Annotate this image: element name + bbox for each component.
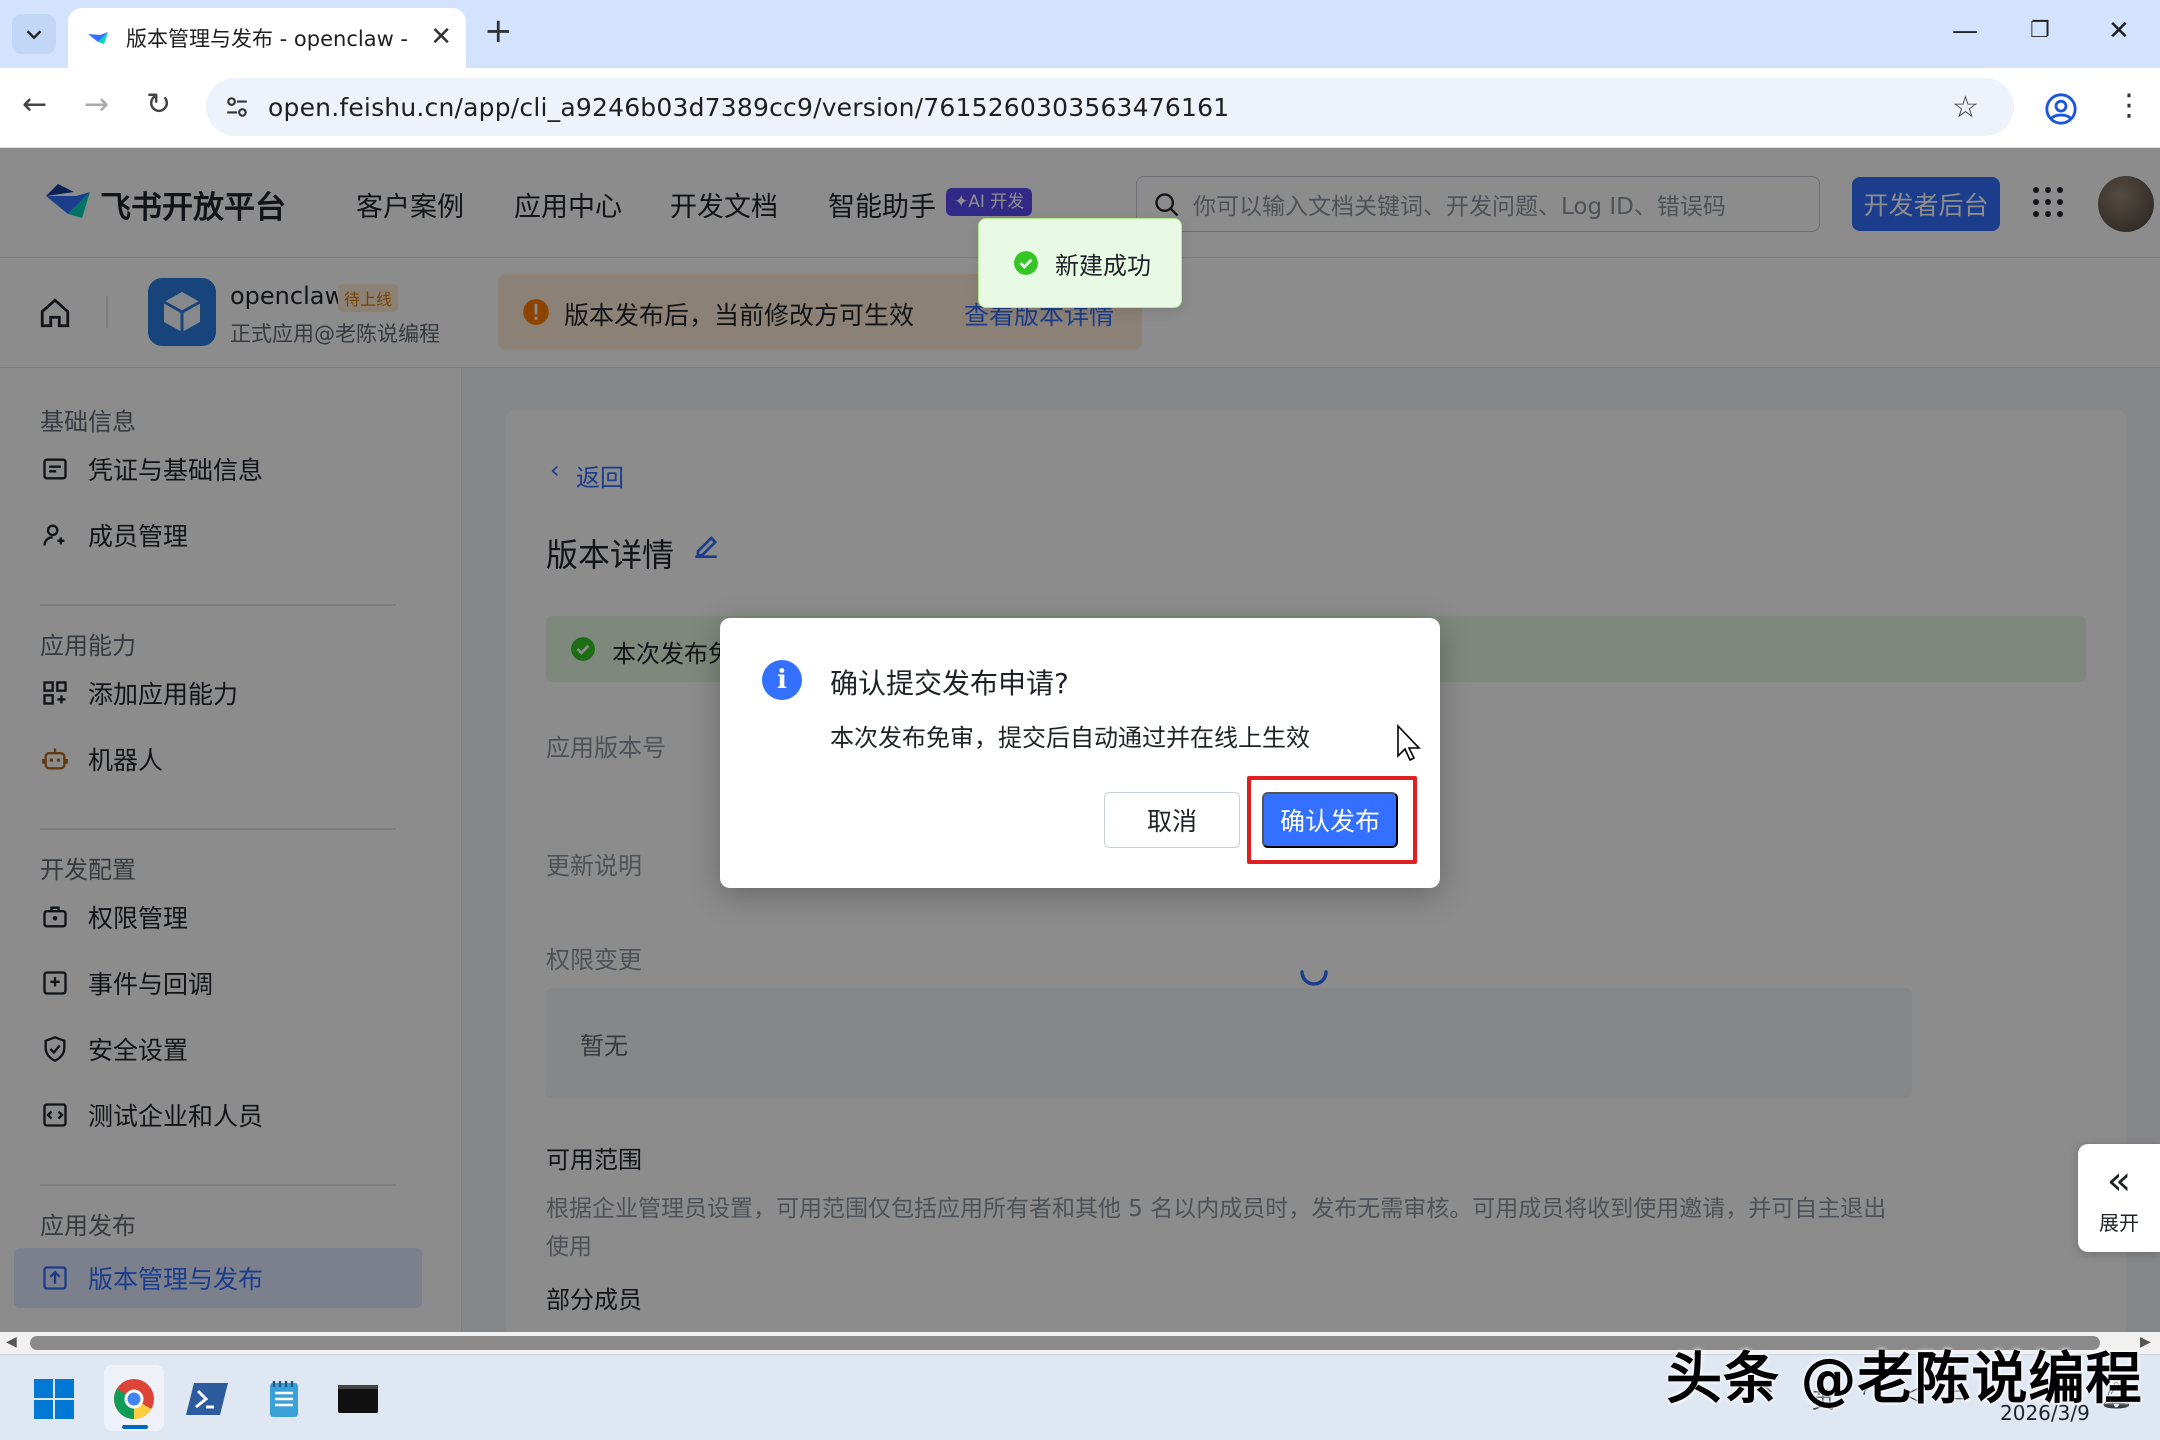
- toast-text: 新建成功: [1055, 251, 1151, 280]
- chrome-taskbar-slot[interactable]: [104, 1365, 164, 1431]
- chevron-down-icon: [26, 30, 42, 40]
- info-icon: i: [762, 660, 802, 700]
- bookmark-star-icon[interactable]: ☆: [1952, 90, 1979, 125]
- terminal-icon[interactable]: [336, 1377, 380, 1421]
- browser-menu-icon[interactable]: ⋮: [2114, 88, 2144, 123]
- expand-label: 展开: [2099, 1210, 2139, 1235]
- mouse-cursor-icon: [1397, 724, 1421, 762]
- expand-panel-button[interactable]: « 展开: [2078, 1144, 2160, 1252]
- notepad-icon[interactable]: [262, 1377, 306, 1421]
- minimize-icon[interactable]: —: [1952, 18, 1978, 44]
- cancel-button[interactable]: 取消: [1104, 792, 1240, 848]
- site-settings-icon[interactable]: [224, 94, 250, 120]
- success-toast: 新建成功: [978, 218, 1182, 308]
- windows-start-icon[interactable]: [32, 1377, 76, 1421]
- tab-search-button[interactable]: [12, 14, 56, 54]
- active-indicator: [122, 1425, 148, 1429]
- new-tab-icon[interactable]: +: [484, 14, 513, 48]
- profile-icon[interactable]: [2044, 92, 2078, 126]
- url-text: open.feishu.cn/app/cli_a9246b03d7389cc9/…: [268, 92, 1230, 122]
- restore-icon[interactable]: ❐: [2030, 18, 2050, 44]
- browser-tab-active[interactable]: 版本管理与发布 - openclaw - ✕: [68, 8, 466, 68]
- page-viewport: 飞书开放平台 客户案例 应用中心 开发文档 智能助手 ✦AI 开发 你可以输入文…: [0, 148, 2160, 1354]
- confirm-dialog: i 确认提交发布申请? 本次发布免审，提交后自动通过并在线上生效 取消 确认发布: [720, 618, 1440, 888]
- annotation-highlight: [1247, 776, 1417, 864]
- check-circle-icon: [1014, 251, 1038, 275]
- feishu-favicon-icon: [88, 32, 108, 44]
- tab-close-icon[interactable]: ✕: [430, 24, 452, 50]
- forward-arrow-icon[interactable]: →: [84, 90, 109, 120]
- powershell-icon[interactable]: [186, 1377, 230, 1421]
- chrome-icon: [114, 1379, 154, 1419]
- window-close-icon[interactable]: ✕: [2108, 18, 2130, 44]
- reload-icon[interactable]: ↻: [146, 90, 171, 120]
- browser-tab-bar: 版本管理与发布 - openclaw - ✕ + — ❐ ✕: [0, 0, 2160, 68]
- back-arrow-icon[interactable]: ←: [22, 90, 47, 120]
- tab-title: 版本管理与发布 - openclaw -: [126, 27, 409, 51]
- watermark: 头条 @老陈说编程: [1666, 1347, 2143, 1412]
- scroll-left-icon[interactable]: ◀: [6, 1334, 17, 1350]
- browser-address-bar: ← → ↻ open.feishu.cn/app/cli_a9246b03d73…: [0, 68, 2160, 148]
- url-bar[interactable]: open.feishu.cn/app/cli_a9246b03d7389cc9/…: [206, 78, 2014, 136]
- double-chevron-left-icon: «: [2106, 1157, 2132, 1204]
- dialog-body: 本次发布免审，提交后自动通过并在线上生效: [830, 724, 1310, 752]
- dialog-title: 确认提交发布申请?: [830, 667, 1069, 700]
